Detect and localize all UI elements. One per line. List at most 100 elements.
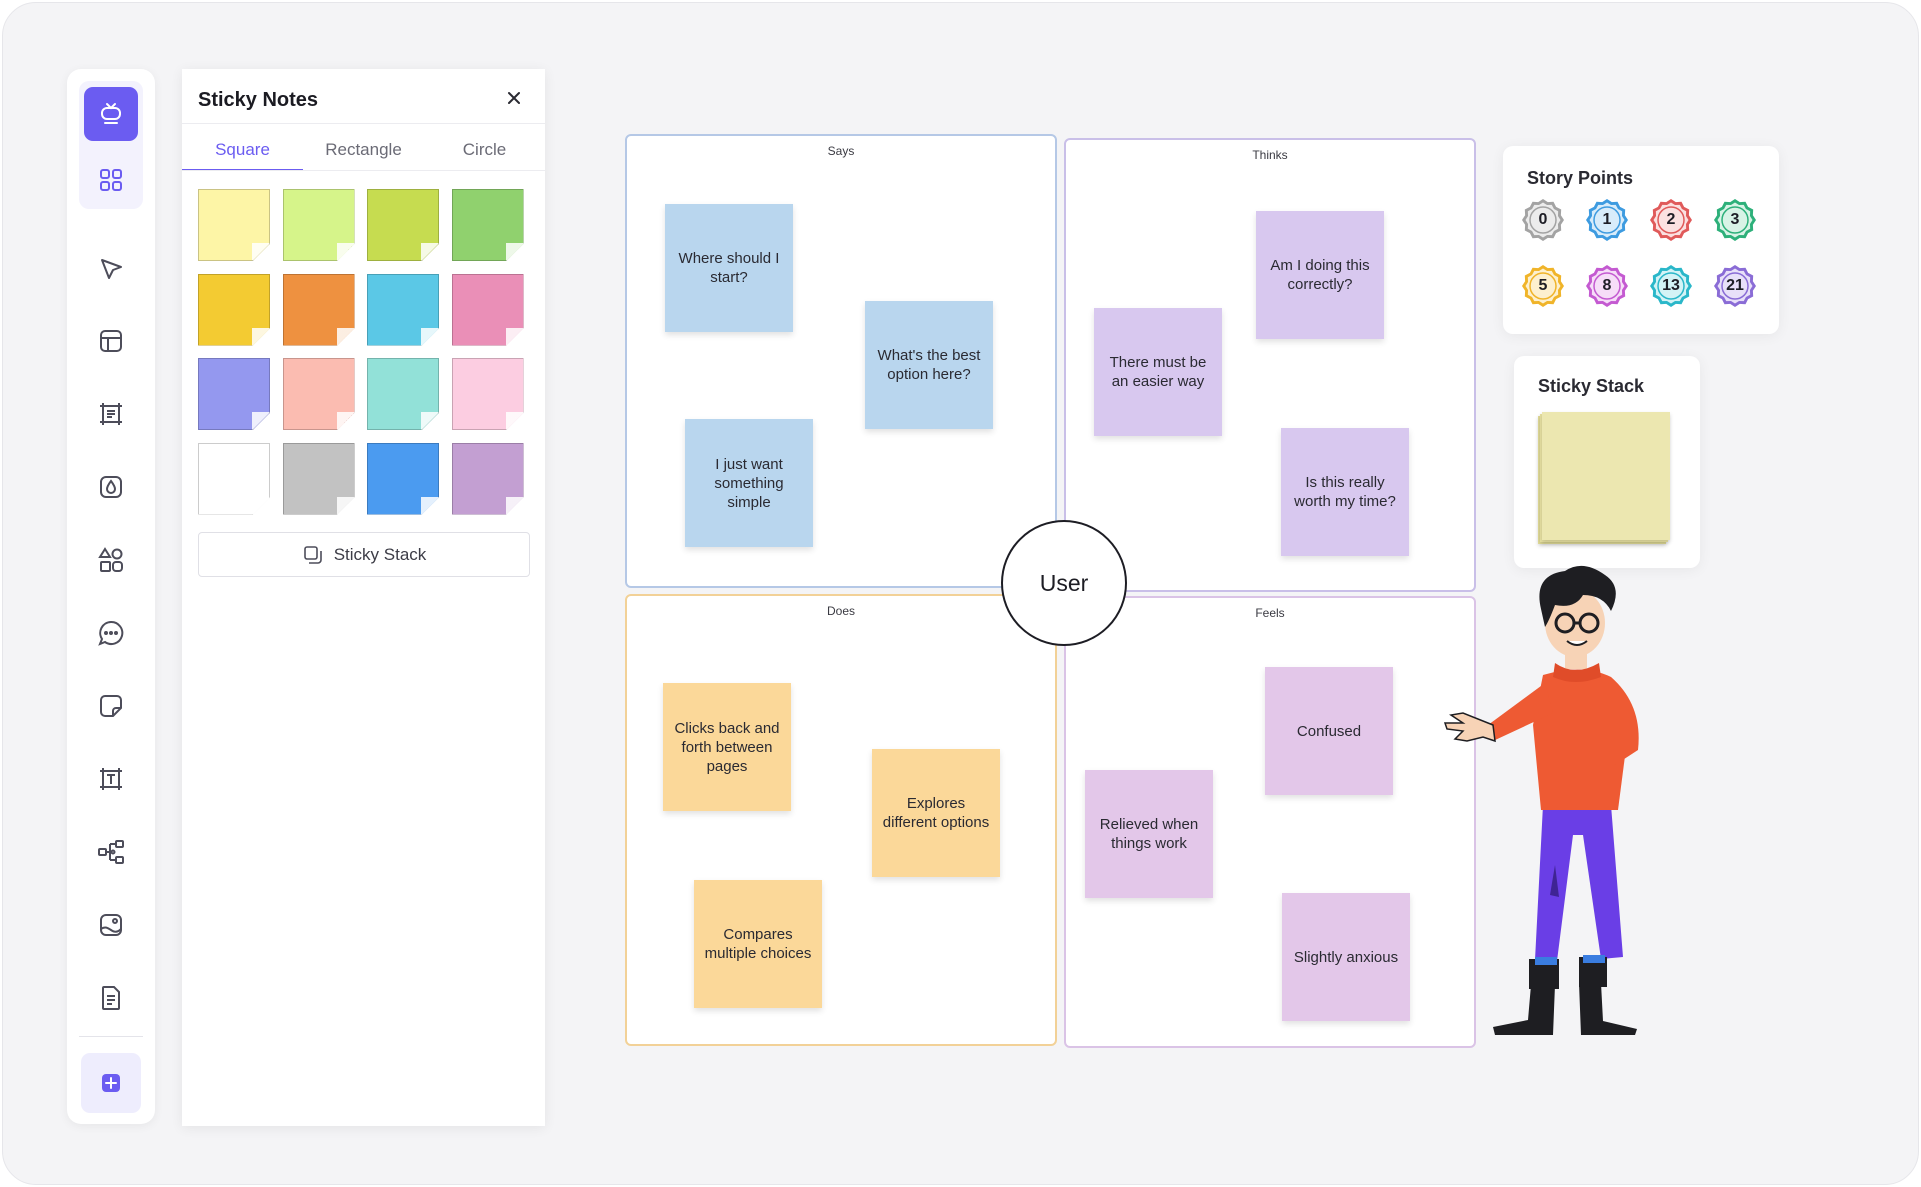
add-button[interactable] [81,1053,141,1113]
sticky-note[interactable]: Slightly anxious [1282,893,1410,1021]
text-tool-button[interactable] [84,752,138,806]
story-point-value: 3 [1730,211,1740,228]
close-icon[interactable] [501,85,527,111]
droplet-icon [100,476,122,498]
sticky-stack-pile[interactable] [1538,412,1672,546]
plus-icon [102,1074,120,1092]
shapes-tool-button[interactable] [84,533,138,587]
presenter-illustration [1443,565,1639,1035]
quadrant-label: Says [827,144,855,158]
sticky-note[interactable]: Am I doing this correctly? [1256,211,1384,339]
story-point-badge[interactable]: 3 [1712,197,1758,243]
apps-button[interactable] [84,153,138,207]
mindmap-icon [98,840,124,864]
story-point-badge[interactable]: 13 [1648,263,1694,309]
app-window: Sticky Notes Square Rectangle Circle Sti… [2,2,1919,1185]
quadrant-label: Feels [1255,606,1285,620]
comment-icon [98,620,124,646]
quadrant-label: Does [826,604,855,618]
sticky-color-swatch[interactable] [198,442,272,517]
quadrant-says[interactable]: Says Where should I start? What's the be… [625,134,1057,588]
sticky-color-swatch[interactable] [367,273,441,348]
stack-icon [303,545,322,564]
story-point-badge[interactable]: 21 [1712,263,1758,309]
story-point-value: 13 [1662,277,1680,294]
layout-icon [100,330,122,352]
frame-icon [100,403,122,425]
sticky-note[interactable]: Confused [1265,667,1393,795]
cursor-icon [101,259,122,279]
color-tool-button[interactable] [84,460,138,514]
story-point-value: 8 [1602,277,1612,294]
story-points-card: Story Points 0 1 2 3 5 8 13 21 [1503,146,1779,334]
story-point-value: 2 [1666,211,1676,228]
sticky-color-swatch[interactable] [367,442,441,517]
sticky-note-icon [100,695,122,717]
sticky-note[interactable]: Explores different options [872,749,1000,877]
story-point-badge[interactable]: 1 [1584,197,1630,243]
sticky-stack-button-label: Sticky Stack [333,544,427,564]
sticky-color-swatch[interactable] [367,189,441,263]
text-icon [100,768,122,790]
sticky-note[interactable]: Compares multiple choices [694,880,822,1008]
panel-title: Sticky Notes [198,89,319,111]
select-tool-button[interactable] [84,242,138,296]
sticky-color-swatch[interactable] [451,189,526,263]
sticky-stack-title: Sticky Stack [1538,376,1645,396]
sticky-note-tool-button[interactable] [84,679,138,733]
story-point-value: 5 [1538,277,1548,294]
story-point-value: 0 [1538,211,1548,228]
sticky-note[interactable]: Is this really worth my time? [1281,428,1409,556]
quadrant-feels[interactable]: Feels Confused Relieved when things work… [1064,596,1476,1048]
template-icon [101,103,121,124]
sticky-color-swatch[interactable] [198,273,272,348]
layout-tool-button[interactable] [84,314,138,368]
sticky-stack-card: Sticky Stack [1514,356,1700,568]
user-center-circle[interactable]: User [1001,520,1127,646]
sticky-color-swatch[interactable] [451,442,526,517]
frame-tool-button[interactable] [84,387,138,441]
sticky-color-swatch[interactable] [282,358,357,432]
image-tool-button[interactable] [84,898,138,952]
quadrant-does[interactable]: Does Clicks back and forth between pages… [625,594,1057,1046]
sticky-stack-button[interactable]: Sticky Stack [198,532,530,577]
sticky-color-swatch[interactable] [367,358,441,432]
sticky-note[interactable]: Relieved when things work [1085,770,1213,898]
story-point-value: 1 [1602,211,1612,228]
document-icon [102,986,120,1010]
story-point-badge[interactable]: 8 [1584,263,1630,309]
panel-header-divider [182,123,545,124]
left-toolbar [67,69,155,1124]
sticky-color-swatch[interactable] [451,273,526,348]
toolbar-divider [79,1036,143,1037]
sticky-note[interactable]: Where should I start? [665,204,793,332]
quadrant-label: Thinks [1252,148,1288,162]
sticky-color-swatch[interactable] [451,358,526,432]
story-point-badge[interactable]: 5 [1520,263,1566,309]
shapes-icon [98,547,123,572]
mind-map-tool-button[interactable] [84,825,138,879]
templates-button[interactable] [84,87,138,141]
story-point-badge[interactable]: 0 [1520,197,1566,243]
comment-tool-button[interactable] [84,606,138,660]
sticky-note[interactable]: There must be an easier way [1094,308,1222,436]
tab-rectangle[interactable]: Rectangle [303,135,424,171]
grid-icon [100,169,122,191]
story-point-badge[interactable]: 2 [1648,197,1694,243]
sticky-note[interactable]: Clicks back and forth between pages [663,683,791,811]
quadrant-thinks[interactable]: Thinks Am I doing this correctly? There … [1064,138,1476,592]
sticky-color-swatch[interactable] [282,273,357,348]
sticky-color-swatch[interactable] [282,442,357,517]
sticky-color-swatch[interactable] [282,189,357,263]
tabs-divider [182,170,545,171]
sticky-color-swatch[interactable] [198,358,272,432]
sticky-note[interactable]: What's the best option here? [865,301,993,429]
sticky-color-swatch[interactable] [198,189,272,263]
tab-circle[interactable]: Circle [424,135,545,171]
tab-square[interactable]: Square [182,135,303,171]
story-points-title: Story Points [1527,168,1634,188]
document-tool-button[interactable] [84,971,138,1025]
story-point-value: 21 [1726,277,1744,294]
sticky-notes-panel: Sticky Notes Square Rectangle Circle Sti… [182,69,545,1126]
sticky-note[interactable]: I just want something simple [685,419,813,547]
